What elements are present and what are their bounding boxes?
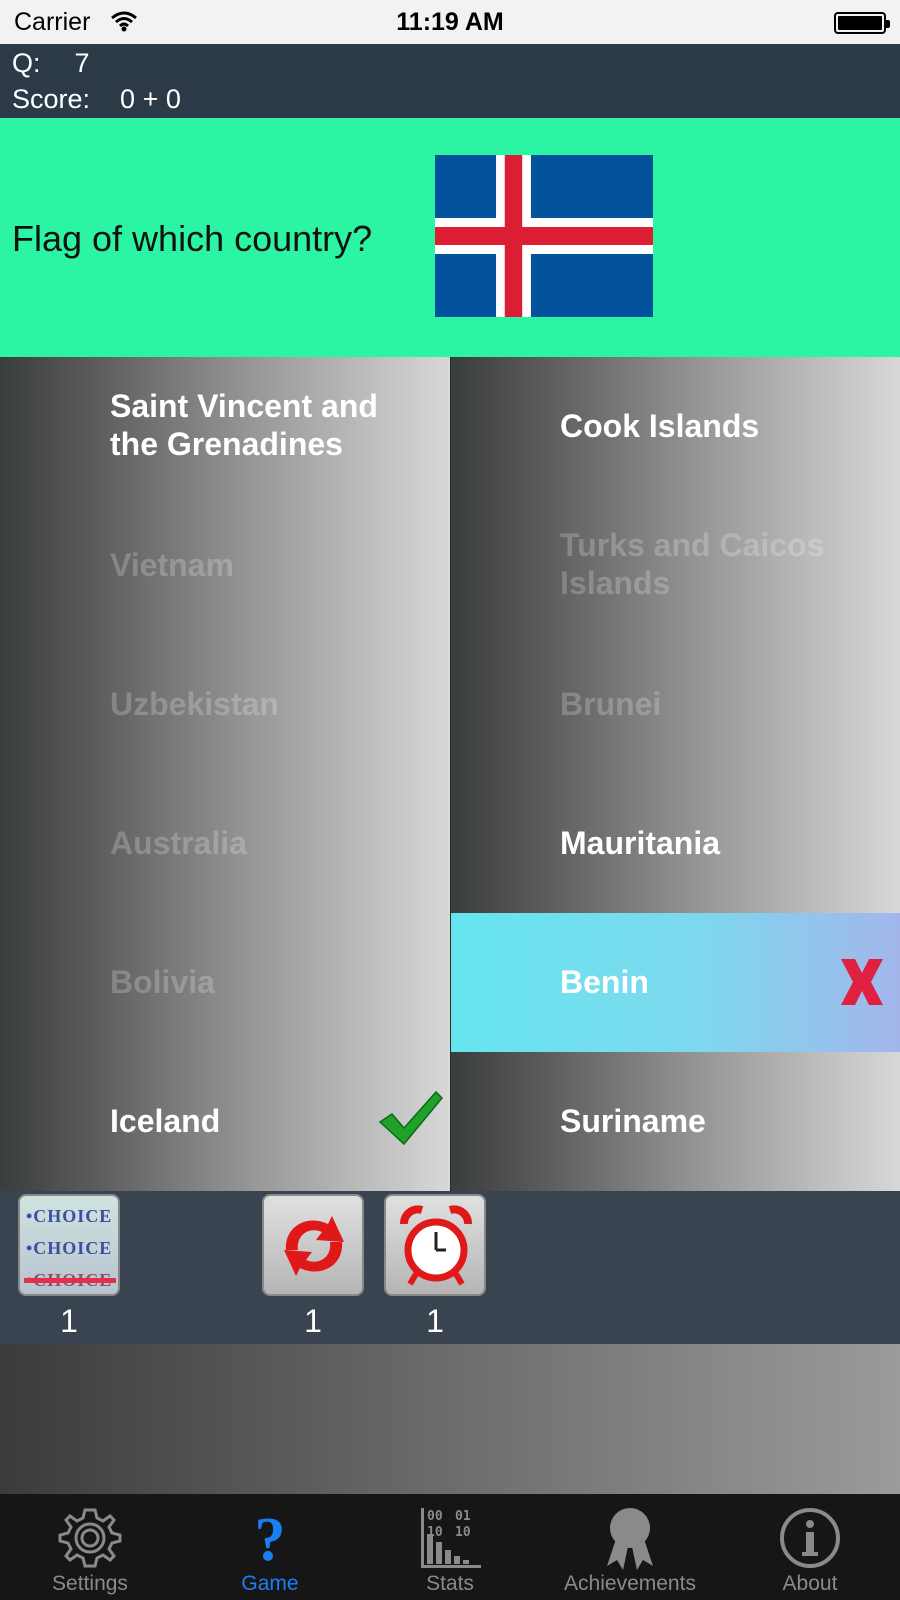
tab-bar: Settings ? Game 00 01 10 10 Stats Achiev… [0,1494,900,1600]
question-number-label: Q: [12,48,41,78]
answer-left-2[interactable]: Vietnam [0,496,450,635]
answer-right-2[interactable]: Turks and Caicos Islands [451,496,900,635]
gear-icon [58,1508,122,1568]
answer-label: Bolivia [110,964,215,1000]
tab-label: Stats [426,1572,474,1595]
svg-text:10: 10 [427,1525,443,1540]
answer-left-4[interactable]: Australia [0,774,450,913]
score-bar: Q: 7 Score: 0 + 0 [0,44,900,118]
question-panel: Flag of which country? [0,118,900,357]
svg-text:00: 00 [427,1509,443,1524]
score-value: 0 + 0 [120,84,181,114]
tab-label: About [782,1572,838,1595]
clock: 11:19 AM [396,8,504,36]
checkmark-icon [378,1090,444,1146]
answer-label: Cook Islands [560,408,760,444]
answer-label: Australia [110,825,247,861]
answer-label: Brunei [560,686,662,722]
choice-icon: •CHOICE [26,1206,113,1226]
answer-label: Iceland [110,1103,221,1139]
svg-text:01: 01 [455,1509,471,1524]
award-ribbon-icon [607,1508,653,1570]
choice-powerup-button[interactable]: •CHOICE •CHOICE •CHOICE [18,1194,120,1296]
swap-powerup-button[interactable] [262,1194,364,1296]
tab-label: Game [241,1572,299,1595]
time-powerup-button[interactable] [384,1194,486,1296]
tab-label: Settings [52,1572,128,1595]
question-number: 7 [74,48,90,78]
tab-label: Achievements [564,1572,696,1595]
answer-left-6[interactable]: Iceland [0,1052,450,1191]
info-icon [780,1508,840,1568]
refresh-arrows-icon [284,1216,344,1276]
question-mark-icon: ? [255,1506,286,1572]
answer-label: Benin [560,964,649,1000]
time-powerup-count: 1 [426,1303,444,1339]
tab-settings[interactable]: Settings [0,1494,180,1600]
answer-right-6[interactable]: Suriname [451,1052,900,1191]
answer-right-1[interactable]: Cook Islands [451,357,900,496]
battery-icon [834,12,890,34]
tab-game[interactable]: ? Game [180,1494,360,1600]
answer-label: Mauritania [560,825,721,861]
svg-text:?: ? [255,1506,286,1572]
answer-label: Turks and Caicos Islands [560,527,825,601]
answer-left-5[interactable]: Bolivia [0,913,450,1052]
stats-chart-icon: 00 01 10 10 [421,1508,481,1568]
answer-label: Suriname [560,1103,706,1139]
answer-label: Uzbekistan [110,686,279,722]
question-prompt: Flag of which country? [12,218,373,259]
content-spacer [0,1344,900,1494]
answer-label: Saint Vincent and the Grenadines [110,388,378,462]
answer-left-1[interactable]: Saint Vincent and the Grenadines [0,357,450,496]
choice-powerup-count: 1 [60,1303,78,1339]
tab-stats[interactable]: 00 01 10 10 Stats [360,1494,540,1600]
wrong-x-icon [841,959,883,1005]
iceland-flag [435,155,653,317]
score-label: Score: [12,84,91,114]
powerup-bar: •CHOICE •CHOICE •CHOICE 1 1 1 [0,1191,900,1344]
swap-powerup-count: 1 [304,1303,322,1339]
status-bar: Carrier 11:19 AM [0,0,900,44]
answer-label: Vietnam [110,547,234,583]
alarm-clock-icon [400,1205,472,1286]
answer-right-3[interactable]: Brunei [451,635,900,774]
answer-right-5[interactable]: Benin [451,913,900,1052]
answer-right-4[interactable]: Mauritania [451,774,900,913]
svg-text:10: 10 [455,1525,471,1540]
answer-grid: Saint Vincent and the Grenadines Vietnam… [0,357,900,1191]
tab-achievements[interactable]: Achievements [540,1494,720,1600]
answer-left-3[interactable]: Uzbekistan [0,635,450,774]
tab-about[interactable]: About [720,1494,900,1600]
